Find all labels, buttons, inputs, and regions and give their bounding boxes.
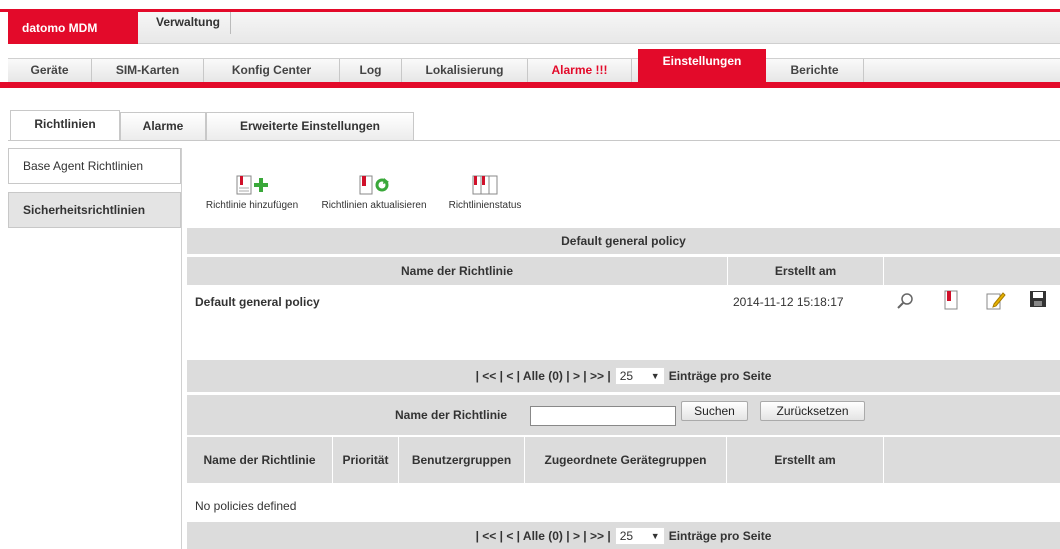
col-header-created: Erstellt am — [727, 437, 884, 483]
empty-state: No policies defined — [195, 499, 297, 513]
nav-item-lokalisierung[interactable]: Lokalisierung — [402, 59, 528, 83]
per-page-value: 25 — [619, 369, 634, 383]
bookmark-icon[interactable] — [944, 290, 958, 310]
policy-name: Default general policy — [195, 295, 320, 309]
refresh-icon — [375, 178, 389, 192]
tab-verwaltung[interactable]: Verwaltung — [146, 12, 232, 34]
default-table-header: Name der Richtlinie Erstellt am — [187, 257, 1060, 285]
tab-erweiterte-einstellungen[interactable]: Erweiterte Einstellungen — [206, 112, 414, 140]
add-policy-button[interactable]: Richtlinie hinzufügen — [196, 170, 308, 211]
policy-status-button[interactable]: Richtlinienstatus — [442, 170, 528, 211]
col-header-name: Name der Richtlinie — [187, 437, 333, 483]
app-header: datomo MDM Verwaltung — [8, 12, 1060, 44]
add-policy-label: Richtlinie hinzufügen — [205, 200, 299, 211]
main-nav: Geräte SIM-Karten Konfig Center Log Loka… — [8, 49, 1060, 83]
per-page-select[interactable]: 25 ▼ — [614, 367, 665, 385]
per-page-value: 25 — [619, 528, 634, 543]
col-header-priority: Priorität — [333, 437, 399, 483]
per-page-select[interactable]: 25 ▼ — [614, 526, 665, 545]
tab-divider — [8, 140, 1060, 141]
policy-status-label: Richtlinienstatus — [448, 200, 522, 211]
top-accent-line — [0, 0, 1060, 12]
section-title: Default general policy — [561, 234, 686, 248]
nav-item-geraete[interactable]: Geräte — [8, 59, 92, 83]
per-page-label: Einträge pro Seite — [668, 369, 772, 383]
pagination-bar: | << | < | Alle (0) | > | >> | 25 ▼ Eintr… — [187, 522, 1060, 549]
refresh-policies-label: Richtlinien aktualisieren — [321, 200, 427, 211]
document-icon — [236, 175, 252, 195]
policy-created: 2014-11-12 15:18:17 — [733, 295, 844, 309]
magnifier-icon[interactable] — [896, 292, 914, 310]
side-item-base-agent[interactable]: Base Agent Richtlinien — [8, 148, 181, 184]
policy-table-header: Name der Richtlinie Priorität Benutzergr… — [187, 437, 1060, 483]
search-input[interactable] — [530, 406, 676, 426]
nav-item-alarme[interactable]: Alarme !!! — [528, 59, 632, 83]
reset-button[interactable]: Zurücksetzen — [760, 401, 865, 421]
pagination-bar: | << | < | Alle (0) | > | >> | 25 ▼ Eintr… — [187, 360, 1060, 392]
brand-tab[interactable]: datomo MDM — [8, 12, 138, 44]
col-header-actions — [884, 257, 1060, 285]
chevron-down-icon: ▼ — [650, 530, 660, 541]
nav-underline — [0, 82, 1060, 88]
nav-item-berichte[interactable]: Berichte — [766, 59, 864, 83]
nav-item-sim-karten[interactable]: SIM-Karten — [92, 59, 204, 83]
save-icon[interactable] — [1030, 291, 1046, 307]
pager-links[interactable]: | << | < | Alle (0) | > | >> | — [476, 529, 611, 543]
plus-icon — [254, 178, 268, 192]
search-button[interactable]: Suchen — [681, 401, 748, 421]
tab-richtlinien[interactable]: Richtlinien — [10, 110, 120, 140]
multi-document-icon — [472, 175, 498, 195]
col-header-actions — [884, 437, 1060, 483]
bookmark-icon — [359, 175, 373, 195]
nav-item-log[interactable]: Log — [340, 59, 402, 83]
col-header-user-groups: Benutzergruppen — [399, 437, 525, 483]
search-label: Name der Richtlinie — [395, 408, 508, 422]
chevron-down-icon: ▼ — [650, 371, 660, 381]
side-item-sicherheit[interactable]: Sicherheitsrichtlinien — [8, 192, 181, 228]
pager-links[interactable]: | << | < | Alle (0) | > | >> | — [476, 369, 611, 383]
nav-item-konfig-center[interactable]: Konfig Center — [204, 59, 340, 83]
per-page-label: Einträge pro Seite — [668, 528, 772, 543]
nav-item-einstellungen[interactable]: Einstellungen — [638, 49, 766, 83]
refresh-policies-button[interactable]: Richtlinien aktualisieren — [312, 170, 436, 211]
search-bar: Name der Richtlinie Suchen Zurücksetzen — [187, 395, 1060, 435]
col-header-created: Erstellt am — [728, 257, 884, 285]
col-header-device-groups: Zugeordnete Gerätegruppen — [525, 437, 727, 483]
edit-icon[interactable] — [986, 290, 1006, 310]
section-title-bar: Default general policy — [187, 228, 1060, 254]
tab-alarme[interactable]: Alarme — [120, 112, 206, 140]
col-header-name: Name der Richtlinie — [187, 257, 728, 285]
side-nav: Base Agent Richtlinien Sicherheitsrichtl… — [8, 148, 182, 549]
